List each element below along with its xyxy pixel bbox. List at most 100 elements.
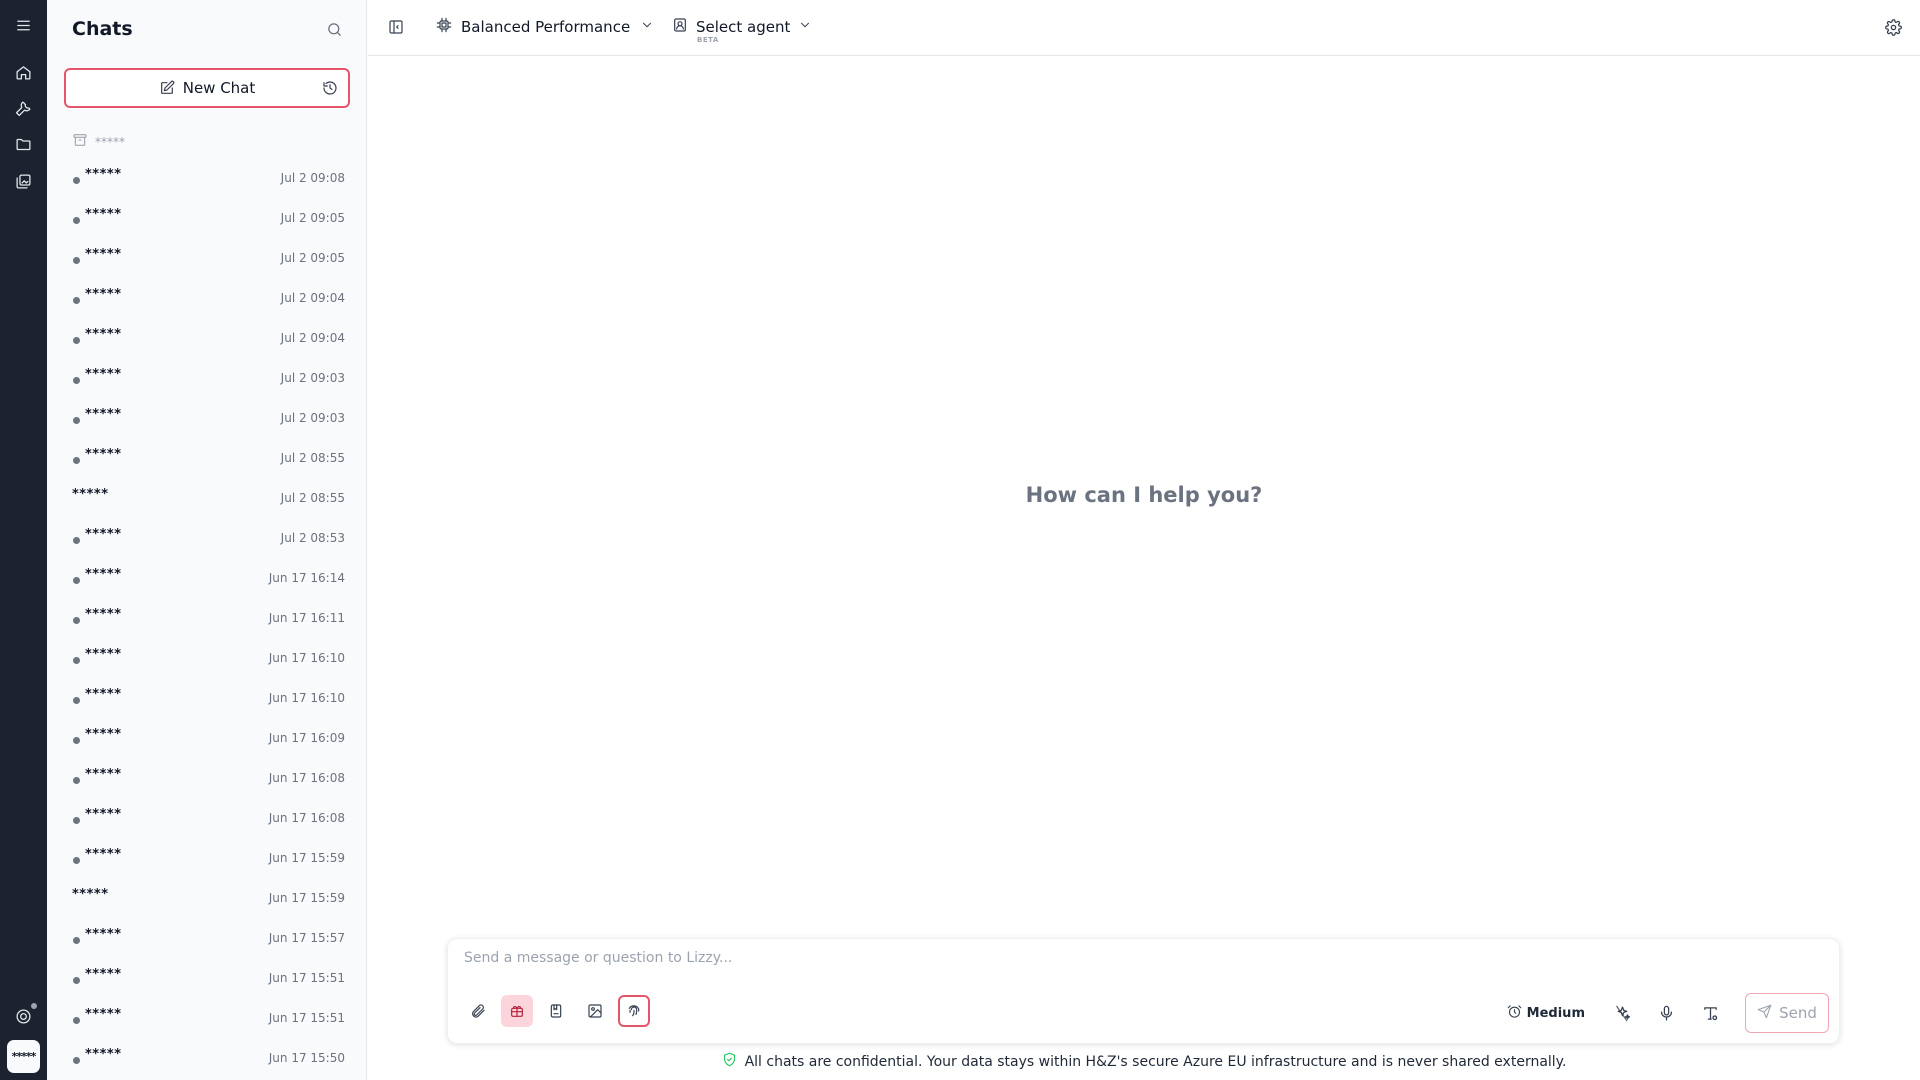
chat-name: ***** <box>85 567 122 582</box>
archive-label: ***** <box>95 134 125 149</box>
tool-package-icon[interactable] <box>501 995 533 1027</box>
chat-name: ***** <box>85 167 122 182</box>
chat-list-item[interactable]: ***** Jun 17 15:50 <box>47 1038 366 1078</box>
text-format-icon[interactable] <box>1701 1004 1719 1022</box>
menu-icon[interactable] <box>0 10 47 40</box>
chat-list-item[interactable]: ***** Jul 2 09:05 <box>47 238 366 278</box>
new-chat-label: New Chat <box>182 79 256 97</box>
home-icon[interactable] <box>0 57 47 87</box>
chat-timestamp: Jun 17 16:08 <box>268 771 345 785</box>
chat-status-dot <box>73 737 80 744</box>
chat-name: ***** <box>85 407 122 422</box>
chat-list-item[interactable]: ***** Jun 17 16:10 <box>47 638 366 678</box>
chat-list-item[interactable]: ***** Jul 2 09:03 <box>47 358 366 398</box>
notebook-icon[interactable] <box>540 995 572 1027</box>
chat-status-dot <box>73 577 80 584</box>
microphone-icon[interactable] <box>1657 1004 1675 1022</box>
chat-list-item[interactable]: ***** Jun 17 15:51 <box>47 958 366 998</box>
send-button[interactable]: Send <box>1745 993 1829 1033</box>
chat-timestamp: Jul 2 08:55 <box>280 491 345 505</box>
chat-list-item[interactable]: ***** Jul 2 09:03 <box>47 398 366 438</box>
chat-status-dot <box>73 857 80 864</box>
chat-timestamp: Jun 17 16:10 <box>268 651 345 665</box>
chat-list-item[interactable]: ***** Jun 17 16:14 <box>47 558 366 598</box>
agent-icon <box>672 17 696 37</box>
model-selector[interactable]: Balanced Performance <box>436 17 654 37</box>
chevron-down-icon <box>630 18 654 36</box>
shield-check-icon <box>722 1052 745 1071</box>
chat-list-item[interactable]: ***** Jun 17 15:57 <box>47 918 366 958</box>
image-icon[interactable] <box>579 995 611 1027</box>
chat-timestamp: Jun 17 16:09 <box>268 731 345 745</box>
history-icon[interactable] <box>322 80 338 96</box>
chat-timestamp: Jul 2 09:03 <box>280 371 345 385</box>
chat-timestamp: Jul 2 09:08 <box>280 171 345 185</box>
chat-list-item[interactable]: ***** Jun 17 15:59 <box>47 878 366 918</box>
chat-list-item[interactable]: ***** Jul 2 08:55 <box>47 478 366 518</box>
archive-row[interactable]: ***** <box>72 132 125 151</box>
message-composer: Send a message or question to Lizzy... M… <box>447 938 1840 1044</box>
chat-status-dot <box>73 177 80 184</box>
chat-name: ***** <box>85 967 122 982</box>
chat-name: ***** <box>85 447 122 462</box>
agent-selector[interactable]: Select agent BETA <box>672 17 812 44</box>
edit-icon <box>159 80 175 96</box>
chat-status-dot <box>73 297 80 304</box>
notice-text: All chats are confidential. Your data st… <box>744 1053 1567 1070</box>
gallery-icon[interactable] <box>0 166 47 196</box>
wrench-icon[interactable] <box>0 93 47 123</box>
chat-list-item[interactable]: ***** Jul 2 08:53 <box>47 518 366 558</box>
chat-list-item[interactable]: ***** Jul 2 09:04 <box>47 278 366 318</box>
chat-name: ***** <box>85 607 122 622</box>
chat-timestamp: Jun 17 15:59 <box>268 851 345 865</box>
topbar: Balanced Performance Select agent BETA <box>368 0 1920 56</box>
chat-timestamp: Jun 17 15:51 <box>268 1011 345 1025</box>
chat-list-item[interactable]: ***** Jul 2 09:08 <box>47 158 366 198</box>
chat-name: ***** <box>85 927 122 942</box>
chat-status-dot <box>73 417 80 424</box>
gear-icon[interactable] <box>1885 19 1902 36</box>
notification-dot <box>31 1003 37 1009</box>
chat-list-item[interactable]: ***** Jul 2 08:55 <box>47 438 366 478</box>
sparkles-icon[interactable] <box>1613 1004 1631 1022</box>
sidebar-title: Chats <box>72 18 133 40</box>
beta-badge: BETA <box>697 36 719 44</box>
chat-timestamp: Jun 17 16:11 <box>268 611 345 625</box>
folder-icon[interactable] <box>0 129 47 159</box>
chat-list-item[interactable]: ***** Jul 2 09:05 <box>47 198 366 238</box>
sidebar-toggle-icon[interactable] <box>388 19 404 35</box>
chat-name: ***** <box>72 487 109 502</box>
chat-timestamp: Jul 2 09:04 <box>280 291 345 305</box>
avatar[interactable]: ***** <box>7 1040 40 1073</box>
chat-list-item[interactable]: ***** Jun 17 16:08 <box>47 798 366 838</box>
chat-list-item[interactable]: ***** Jun 17 16:10 <box>47 678 366 718</box>
chat-status-dot <box>73 377 80 384</box>
chat-status-dot <box>73 657 80 664</box>
chat-timestamp: Jun 17 15:50 <box>268 1051 345 1065</box>
chat-list-item[interactable]: ***** Jun 17 16:09 <box>47 718 366 758</box>
agent-label: Select agent <box>696 18 791 36</box>
chat-name: ***** <box>85 1047 122 1062</box>
chat-list-item[interactable]: ***** Jul 2 09:04 <box>47 318 366 358</box>
chat-timestamp: Jun 17 16:14 <box>268 571 345 585</box>
chat-name: ***** <box>72 887 109 902</box>
chat-list-item[interactable]: ***** Jun 17 16:11 <box>47 598 366 638</box>
fingerprint-icon[interactable] <box>618 995 650 1027</box>
chat-list-item[interactable]: ***** Jun 17 16:08 <box>47 758 366 798</box>
effort-selector[interactable]: Medium <box>1507 1004 1585 1023</box>
support-icon[interactable] <box>0 1001 47 1031</box>
chat-status-dot <box>73 617 80 624</box>
chevron-down-icon <box>790 18 812 36</box>
attach-icon[interactable] <box>462 995 494 1027</box>
chat-status-dot <box>73 257 80 264</box>
chat-name: ***** <box>85 727 122 742</box>
chat-list-item[interactable]: ***** Jun 17 15:59 <box>47 838 366 878</box>
chat-name: ***** <box>85 247 122 262</box>
chat-name: ***** <box>85 207 122 222</box>
chat-status-dot <box>73 337 80 344</box>
new-chat-button[interactable]: New Chat <box>64 68 350 108</box>
search-icon[interactable] <box>326 21 344 39</box>
chat-list-item[interactable]: ***** Jun 17 15:51 <box>47 998 366 1038</box>
message-input[interactable]: Send a message or question to Lizzy... <box>464 950 732 966</box>
chat-name: ***** <box>85 847 122 862</box>
